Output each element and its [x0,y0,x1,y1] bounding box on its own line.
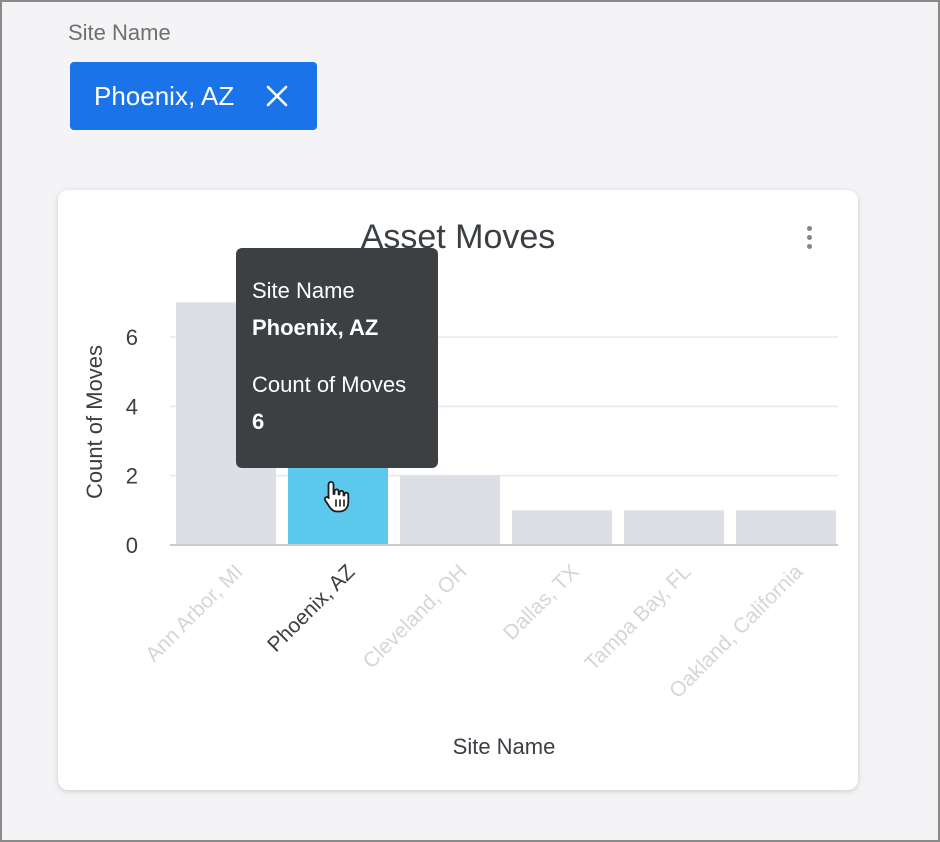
close-icon[interactable] [265,84,289,108]
tooltip-field-label: Site Name [252,278,355,303]
tooltip-measure-value: 6 [252,409,265,434]
bar[interactable] [512,510,612,545]
tooltip-field-value: Phoenix, AZ [252,315,379,340]
filter-chip[interactable]: Phoenix, AZ [70,62,317,130]
filter-label: Site Name [68,20,171,45]
y-tick-label: 4 [126,394,138,419]
chart-tooltip: Site Name Phoenix, AZ Count of Moves 6 [236,248,438,468]
tooltip-measure-label: Count of Moves [252,372,407,397]
filter-chip-label: Phoenix, AZ [94,80,235,111]
y-tick-label: 0 [126,533,138,558]
bar[interactable] [624,510,724,545]
y-axis-title: Count of Moves [82,345,107,499]
y-tick-label: 6 [126,325,138,350]
x-tick-label: Cleveland, OH [359,560,472,673]
x-tick-label: Ann Arbor, MI [141,560,247,666]
bar-chart: 0246Ann Arbor, MI Phoenix, AZ Cleveland, O… [82,302,838,759]
bar[interactable] [736,510,836,545]
x-tick-label: Phoenix, AZ [263,560,359,656]
chart-card: Asset Moves 0 2 4 6 Ann Arbor, MI Phoenix, AZ… [58,190,858,790]
bar[interactable] [400,475,500,545]
y-tick-label: 2 [126,464,138,489]
x-tick-label: Tampa Bay, FL [581,560,696,675]
hand-cursor-icon [322,480,352,519]
x-axis-title: Site Name [453,734,556,759]
x-tick-label: Dallas, TX [499,560,583,644]
